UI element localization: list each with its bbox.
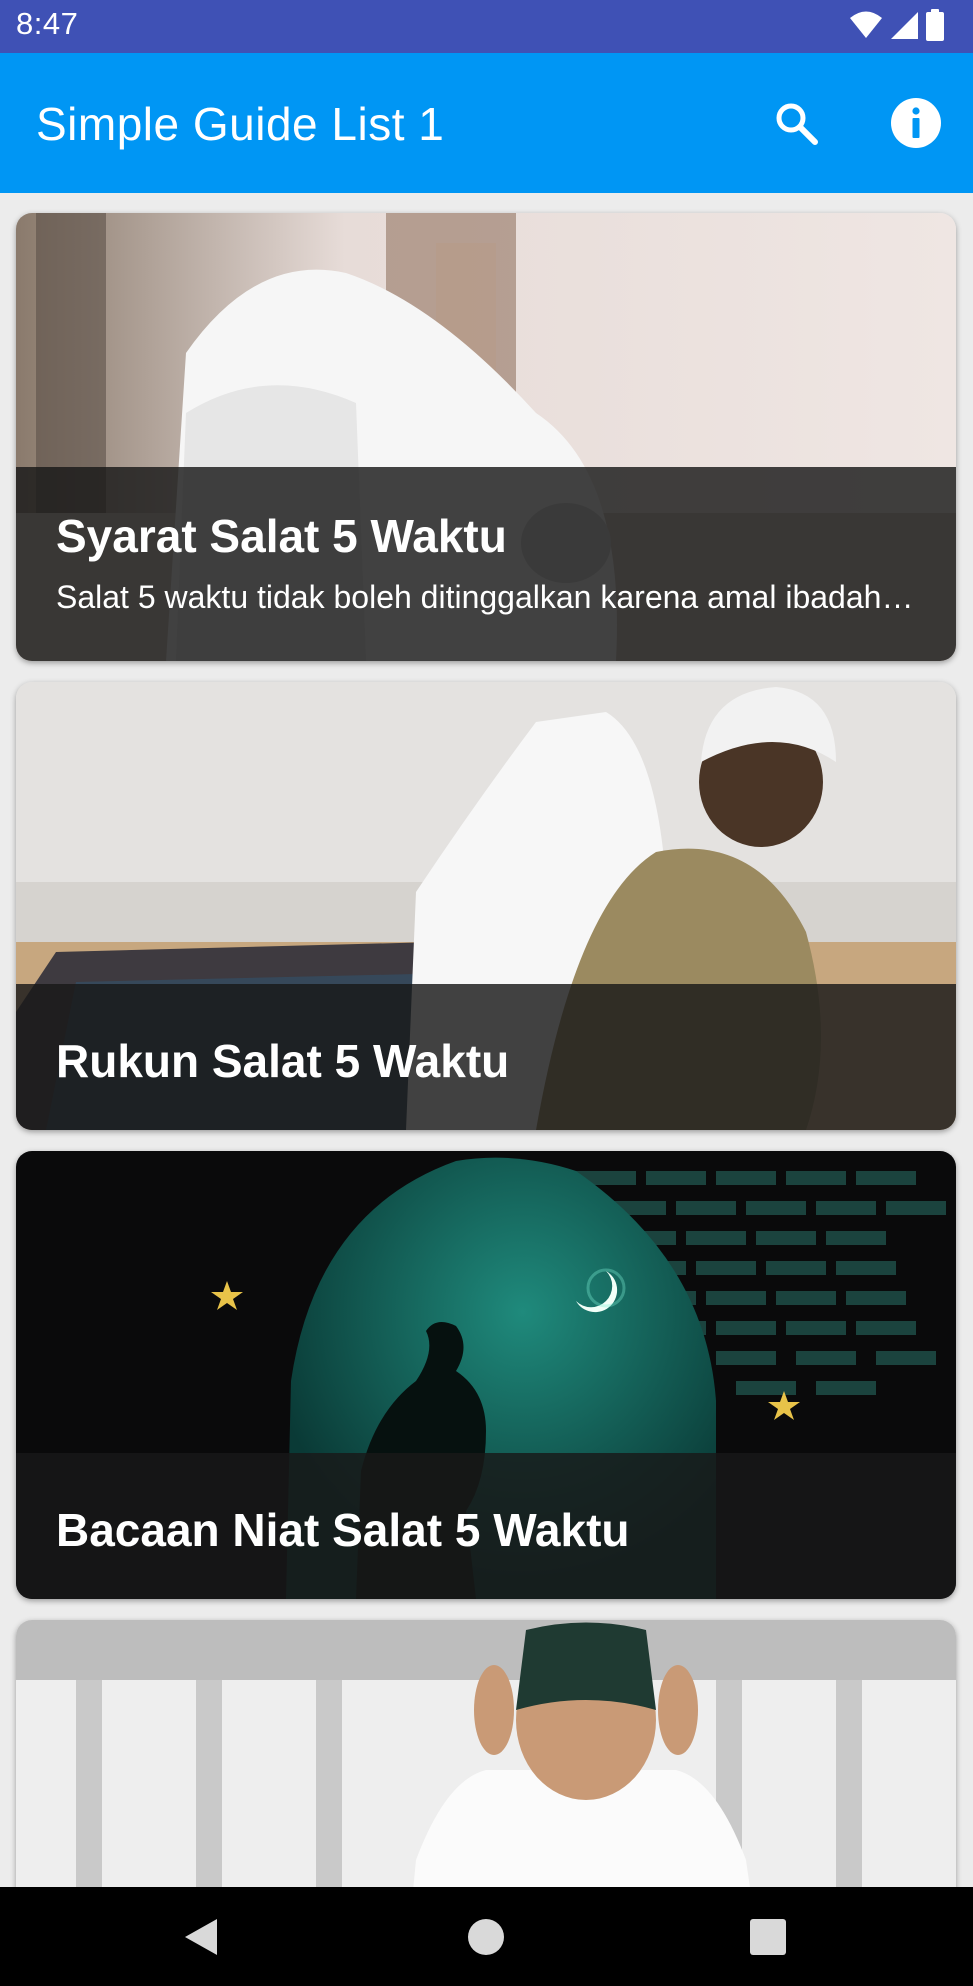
navigation-bar xyxy=(0,1887,973,1986)
card-subtitle: Salat 5 waktu tidak boleh ditinggalkan k… xyxy=(56,579,916,615)
card-title: Rukun Salat 5 Waktu xyxy=(56,1035,510,1087)
recents-button[interactable] xyxy=(748,1917,788,1957)
home-button[interactable] xyxy=(466,1917,506,1957)
battery-icon xyxy=(926,9,944,41)
guide-list[interactable]: Syarat Salat 5 Waktu Salat 5 waktu tidak… xyxy=(0,193,973,1887)
guide-card-image[interactable] xyxy=(16,1620,956,1887)
status-icons xyxy=(849,8,945,42)
app-bar: Simple Guide List 1 xyxy=(0,53,973,193)
status-bar: 8:47 xyxy=(0,0,973,53)
card-caption: Rukun Salat 5 Waktu xyxy=(16,984,956,1130)
info-icon xyxy=(891,98,941,148)
info-button[interactable] xyxy=(884,91,948,155)
guide-card-rukun[interactable]: Rukun Salat 5 Waktu xyxy=(16,682,956,1130)
back-button[interactable] xyxy=(181,1917,221,1957)
card-title: Bacaan Niat Salat 5 Waktu xyxy=(56,1504,630,1556)
home-icon xyxy=(468,1919,504,1955)
card-image-takbir xyxy=(16,1620,956,1887)
back-icon xyxy=(185,1919,217,1955)
signal-icon xyxy=(891,12,918,39)
status-time: 8:47 xyxy=(16,6,79,41)
recents-icon xyxy=(750,1919,786,1955)
search-button[interactable] xyxy=(764,91,828,155)
card-caption: Bacaan Niat Salat 5 Waktu xyxy=(16,1453,956,1599)
card-caption: Syarat Salat 5 Waktu Salat 5 waktu tidak… xyxy=(16,467,956,661)
guide-card-syarat[interactable]: Syarat Salat 5 Waktu Salat 5 waktu tidak… xyxy=(16,213,956,661)
guide-card-niat[interactable]: Bacaan Niat Salat 5 Waktu xyxy=(16,1151,956,1599)
page-title: Simple Guide List 1 xyxy=(36,98,445,150)
wifi-icon xyxy=(850,11,882,38)
search-icon xyxy=(776,103,818,145)
card-title: Syarat Salat 5 Waktu xyxy=(56,510,507,562)
